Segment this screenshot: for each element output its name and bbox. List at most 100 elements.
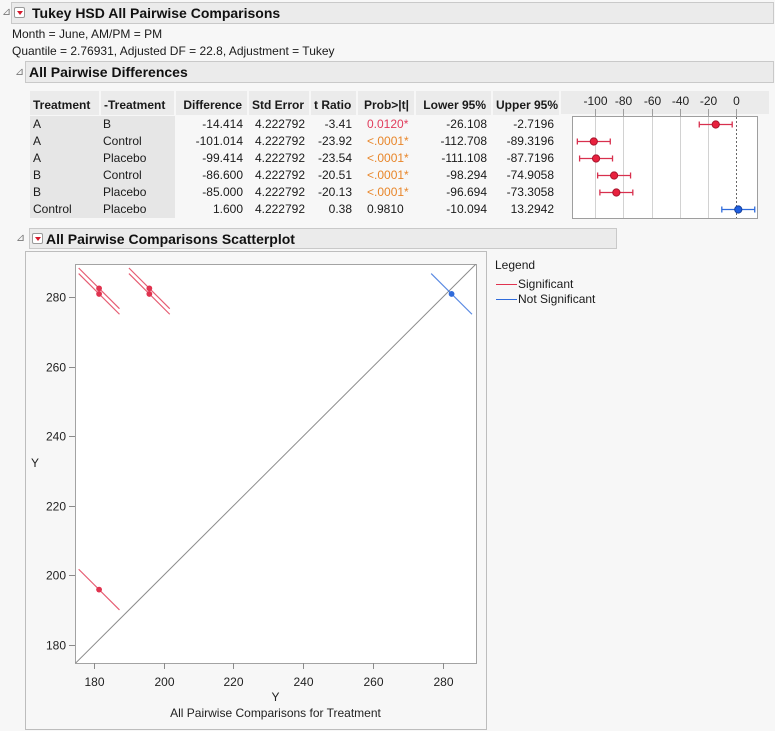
differences-interval-chart: -100 -80 -60 -40 -20 0 [561,91,769,219]
y-tick-label: 280 [46,291,66,305]
cell-std-error: 4.222792 [254,167,305,182]
x-tick-label: 220 [223,675,243,689]
cell-t-ratio: -23.92 [317,133,352,148]
cell-minus-treatment: Placebo [100,149,175,167]
info-line-quantile: Quantile = 2.76931, Adjusted DF = 22.8, … [12,44,335,58]
cell-std-error: 4.222792 [254,184,305,199]
x-tick-label: -100 [583,94,607,108]
cell-minus-treatment: B [100,114,175,133]
red-triangle-menu-icon[interactable] [32,233,43,244]
y-tick-label: 260 [46,361,66,375]
disclosure-triangle-icon[interactable]: ⊿ [15,66,24,77]
table-row: A Placebo -99.414 4.222792 -23.54 <.0001… [30,149,559,167]
cell-upper-95: -87.7196 [506,150,554,165]
x-tick-label: 240 [293,675,313,689]
scatterplot-header-bar: All Pairwise Comparisons Scatterplot [29,228,617,249]
estimate-point [589,137,598,146]
column-header-treatment[interactable]: Treatment [30,91,101,115]
info-line-filter: Month = June, AM/PM = PM [12,27,163,41]
cell-prob: 0.9810 [367,201,404,216]
report-header-bar: Tukey HSD All Pairwise Comparisons [11,2,774,24]
table-row: A Control -101.014 4.222792 -23.92 <.000… [30,132,559,150]
cell-prob: <.0001* [367,150,409,165]
x-tick-label: 280 [433,675,453,689]
cell-t-ratio: -20.51 [317,167,352,182]
cell-minus-treatment: Placebo [100,200,175,218]
cell-lower-95: -10.094 [446,201,487,216]
cell-difference: -14.414 [175,114,248,133]
pair-point [96,586,102,593]
chart-subtitle: All Pairwise Comparisons for Treatment [170,706,381,720]
cell-std-error: 4.222792 [254,150,305,165]
cell-std-error: 4.222792 [254,133,305,148]
estimate-point [609,171,619,180]
cell-lower-95: -112.708 [440,133,487,148]
red-triangle-menu-icon[interactable] [14,7,25,18]
cell-lower-95: -111.108 [441,150,487,165]
legend-title: Legend [495,258,536,272]
table-row: B Placebo -85.000 4.222792 -20.13 <.0001… [30,183,559,201]
column-header-minus-treatment[interactable]: -Treatment [100,91,176,115]
cell-treatment: Control [30,200,100,218]
disclosure-triangle-icon[interactable]: ⊿ [16,232,25,243]
y-tick-label: 220 [46,500,66,514]
cell-lower-95: -98.294 [446,167,487,182]
cell-upper-95: 13.2942 [510,201,554,216]
column-header-prob[interactable]: Prob>|t| [357,91,416,115]
cell-t-ratio: 0.38 [328,201,352,216]
legend-line-swatch [496,299,517,300]
cell-upper-95: -2.7196 [492,114,559,133]
cell-difference: -85.000 [202,184,243,199]
cell-prob: <.0001* [367,167,409,182]
cell-treatment: A [30,114,100,133]
cell-lower-95: -96.694 [446,184,487,199]
cell-difference: -101.014 [195,133,243,148]
column-header-lower-95[interactable]: Lower 95% [415,91,493,115]
cell-prob: <.0001* [367,184,409,199]
cell-treatment: B [30,183,100,201]
pair-point [96,285,102,292]
cell-minus-treatment: Placebo [100,183,175,201]
legend-label: Not Significant [518,292,596,306]
pair-point [448,291,455,297]
x-tick-label: -20 [700,94,718,108]
disclosure-triangle-icon[interactable]: ⊿ [2,6,11,17]
cell-treatment: A [30,149,100,167]
legend-label: Significant [518,277,574,291]
x-tick-label: -60 [644,94,662,108]
x-tick-label: 260 [363,675,383,689]
pairwise-differences-table: Treatment -Treatment Difference Std Erro… [30,91,559,218]
y-tick-label: 180 [46,639,66,653]
differences-title: All Pairwise Differences [29,64,188,80]
cell-difference: -86.600 [202,167,243,182]
table-row: A B -14.414 4.222792 -3.41 0.0120* -26.1… [30,114,559,133]
cell-prob: 0.0120* [357,114,415,133]
cell-minus-treatment: Control [100,166,175,184]
legend-line-swatch [496,284,517,285]
x-tick-label: 200 [154,675,174,689]
cell-prob: <.0001* [367,133,409,148]
x-tick-label: -40 [672,94,690,108]
column-header-difference[interactable]: Difference [175,91,249,115]
cell-t-ratio: -3.41 [310,114,357,133]
column-header-upper-95[interactable]: Upper 95% [492,91,559,115]
scatterplot-title: All Pairwise Comparisons Scatterplot [46,231,295,247]
cell-std-error: 4.222792 [254,201,305,216]
column-header-t-ratio[interactable]: t Ratio [310,91,358,115]
cell-t-ratio: -20.13 [317,184,352,199]
table-row: Control Placebo 1.600 4.222792 0.38 0.98… [30,200,559,218]
estimate-point [591,154,601,163]
column-header-std-error[interactable]: Std Error [248,91,311,115]
pair-point [96,291,102,297]
x-tick-label: -80 [615,94,633,108]
y-tick-label: 240 [46,430,66,444]
pair-point [146,291,153,297]
x-tick-label: 180 [84,675,104,689]
pairwise-scatterplot: 180 200 220 240 260 280 180 200 220 240 260 280 Y All… [31,264,477,720]
scatterplot-frame: 180 200 220 240 260 280 180 200 220 240 260 280 Y All… [25,251,487,730]
plot-frame [572,116,758,219]
x-tick-label: 0 [733,94,740,108]
cell-upper-95: -74.9058 [506,167,554,182]
cell-minus-treatment: Control [100,132,175,150]
cell-treatment: B [30,166,100,184]
